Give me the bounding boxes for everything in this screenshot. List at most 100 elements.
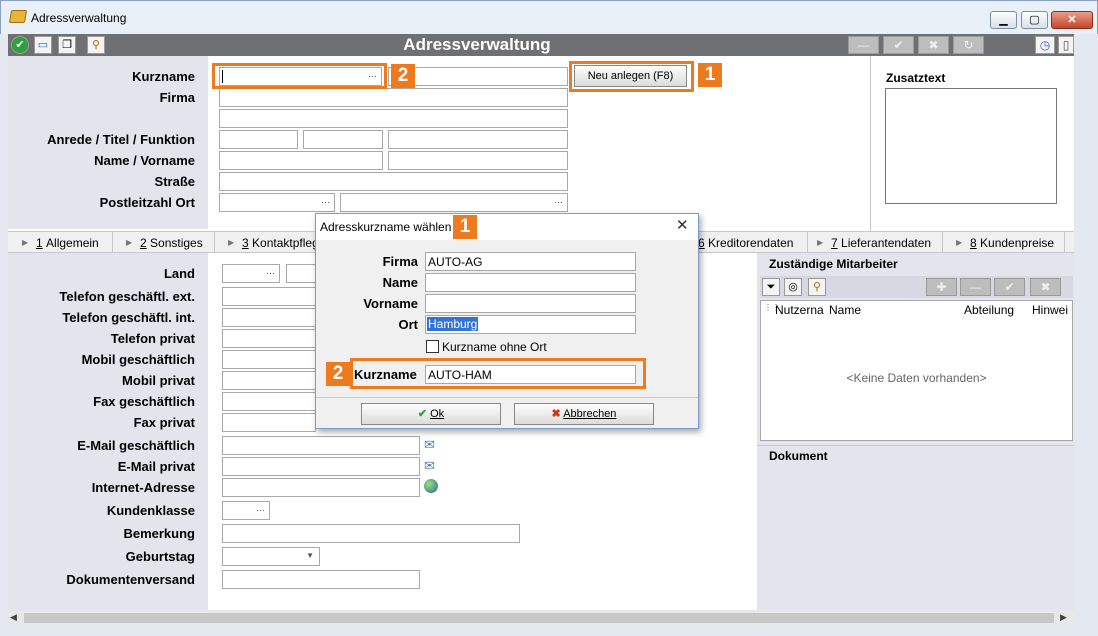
app-icon: [8, 10, 28, 23]
mobil-geschaeft-label: Mobil geschäftlich: [81, 352, 195, 367]
fax-privat-label: Fax privat: [133, 415, 195, 430]
window-titlebar: Adressverwaltung ▁ ▢ ✕: [0, 0, 1098, 34]
email-privat-input[interactable]: [222, 457, 420, 476]
dialog-firma-input[interactable]: [425, 252, 636, 271]
column-header[interactable]: Nutzerna: [775, 303, 824, 317]
tab-kundenpreise[interactable]: 8 Kundenpreise: [956, 235, 1054, 251]
search-icon[interactable]: ⚲: [808, 278, 826, 296]
kurzname-ohne-ort-checkbox[interactable]: [426, 340, 439, 353]
tab-kreditorendaten-label: Kreditorendaten: [708, 236, 794, 250]
anrede-input[interactable]: [219, 130, 298, 149]
tab-kreditorendaten[interactable]: 6 Kreditorendaten: [690, 235, 793, 251]
fax-privat-input[interactable]: [222, 413, 316, 432]
vertical-scrollbar[interactable]: ▲ ▼: [1074, 56, 1090, 610]
kurzname-extra-input[interactable]: [388, 67, 568, 86]
funktion-input[interactable]: [388, 130, 568, 149]
tel-privat-input[interactable]: [222, 329, 316, 348]
globe-icon[interactable]: [424, 479, 438, 493]
minus-icon[interactable]: —: [848, 36, 879, 54]
ok-button[interactable]: ✔ Ok: [361, 403, 501, 425]
strasse-input[interactable]: [219, 172, 568, 191]
tab-lieferantendaten-label: Lieferantendaten: [841, 236, 932, 250]
cross-icon[interactable]: ✖: [1030, 278, 1061, 296]
minus-icon[interactable]: —: [960, 278, 991, 296]
bemerkung-input[interactable]: [222, 524, 520, 543]
geburtstag-dropdown[interactable]: ▼: [222, 547, 320, 566]
scroll-thumb[interactable]: [1076, 70, 1088, 500]
tab-lieferantendaten[interactable]: 7 Lieferantendaten: [817, 235, 931, 251]
tab-allgemein[interactable]: 1 Allgemein: [22, 235, 99, 251]
strasse-label: Straße: [154, 174, 195, 189]
horizontal-scrollbar[interactable]: ◀ ▶: [8, 610, 1074, 626]
add-icon[interactable]: ✚: [926, 278, 957, 296]
dokument-title: Dokument: [757, 445, 1074, 465]
view-icon[interactable]: ◎: [784, 278, 802, 296]
dokumentenversand-input[interactable]: [222, 570, 420, 589]
geburtstag-label: Geburtstag: [125, 549, 195, 564]
plz-dots[interactable]: ···: [321, 197, 330, 207]
scroll-down-icon[interactable]: ▼: [1075, 596, 1089, 606]
fax-geschaeft-input[interactable]: [222, 392, 316, 411]
tel-int-input[interactable]: [222, 308, 316, 327]
mobil-privat-input[interactable]: [222, 371, 316, 390]
email-send-icon[interactable]: ✉: [424, 437, 435, 453]
filter-icon[interactable]: ⏷: [762, 278, 780, 296]
book-icon[interactable]: ▯: [1058, 36, 1074, 54]
tab-sonstiges[interactable]: 2 Sonstiges: [126, 235, 203, 251]
tab-kontaktpflege[interactable]: 3 Kontaktpfleg: [228, 235, 319, 251]
check-icon: ✔: [417, 408, 428, 420]
copy-icon[interactable]: ❐: [58, 36, 76, 54]
column-header[interactable]: Name: [829, 303, 861, 317]
check-icon[interactable]: ✔: [994, 278, 1025, 296]
internet-label: Internet-Adresse: [91, 480, 195, 495]
dialog-vorname-label: Vorname: [363, 296, 418, 311]
ort-dots[interactable]: ···: [554, 197, 563, 207]
mobil-geschaeft-input[interactable]: [222, 350, 316, 369]
firma-input[interactable]: [219, 88, 568, 107]
cancel-button[interactable]: ✖ Abbrechen: [514, 403, 654, 425]
email-geschaeft-input[interactable]: [222, 436, 420, 455]
scroll-left-icon[interactable]: ◀: [10, 612, 17, 623]
dialog-ort-label: Ort: [398, 317, 419, 332]
mitarbeiter-panel: Zuständige Mitarbeiter ⏷ ◎ ⚲ ✚ — ✔ ✖ ⋮⋮ …: [757, 253, 1074, 610]
window-icon[interactable]: ▭: [34, 36, 52, 54]
ort-input[interactable]: ···: [340, 193, 568, 212]
scroll-right-icon[interactable]: ▶: [1060, 612, 1067, 623]
kundenklasse-input[interactable]: ···: [222, 501, 270, 520]
firma2-input[interactable]: [219, 109, 568, 128]
toolbar-title: Adressverwaltung: [403, 35, 551, 54]
dialog-ort-input[interactable]: Hamburg: [425, 315, 636, 334]
search-icon[interactable]: ⚲: [87, 36, 105, 54]
dialog-vorname-input[interactable]: [425, 294, 636, 313]
check-icon[interactable]: ✔: [11, 36, 29, 54]
name-input[interactable]: [219, 151, 383, 170]
internet-input[interactable]: [222, 478, 420, 497]
kundenklasse-dots[interactable]: ···: [256, 505, 265, 515]
cross-icon[interactable]: ✖: [918, 36, 949, 54]
undo-icon[interactable]: ↻: [953, 36, 984, 54]
dialog-name-input[interactable]: [425, 273, 636, 292]
zusatztext-input[interactable]: [885, 88, 1057, 204]
column-header[interactable]: Abteilung: [964, 303, 1014, 317]
divider: [870, 56, 871, 231]
land-name-input[interactable]: [286, 264, 316, 283]
column-header[interactable]: Hinwei: [1032, 303, 1068, 317]
vorname-input[interactable]: [388, 151, 568, 170]
check-icon[interactable]: ✔: [883, 36, 914, 54]
land-dots[interactable]: ···: [266, 268, 275, 278]
land-input[interactable]: ···: [222, 264, 280, 283]
clock-icon[interactable]: ◷: [1035, 36, 1055, 54]
tel-privat-label: Telefon privat: [110, 331, 195, 346]
minimize-button[interactable]: ▁: [990, 11, 1017, 29]
plz-input[interactable]: ···: [219, 193, 335, 212]
tab-separator: [112, 232, 113, 253]
close-button[interactable]: ✕: [1051, 11, 1093, 29]
close-icon[interactable]: ✕: [676, 216, 689, 234]
email-send-icon[interactable]: ✉: [424, 458, 435, 474]
scroll-thumb[interactable]: [24, 613, 1054, 623]
maximize-button[interactable]: ▢: [1021, 11, 1048, 29]
tel-ext-input[interactable]: [222, 287, 316, 306]
scroll-up-icon[interactable]: ▲: [1075, 56, 1089, 66]
dialog-kurzname-input[interactable]: [425, 365, 636, 384]
titel-input[interactable]: [303, 130, 383, 149]
